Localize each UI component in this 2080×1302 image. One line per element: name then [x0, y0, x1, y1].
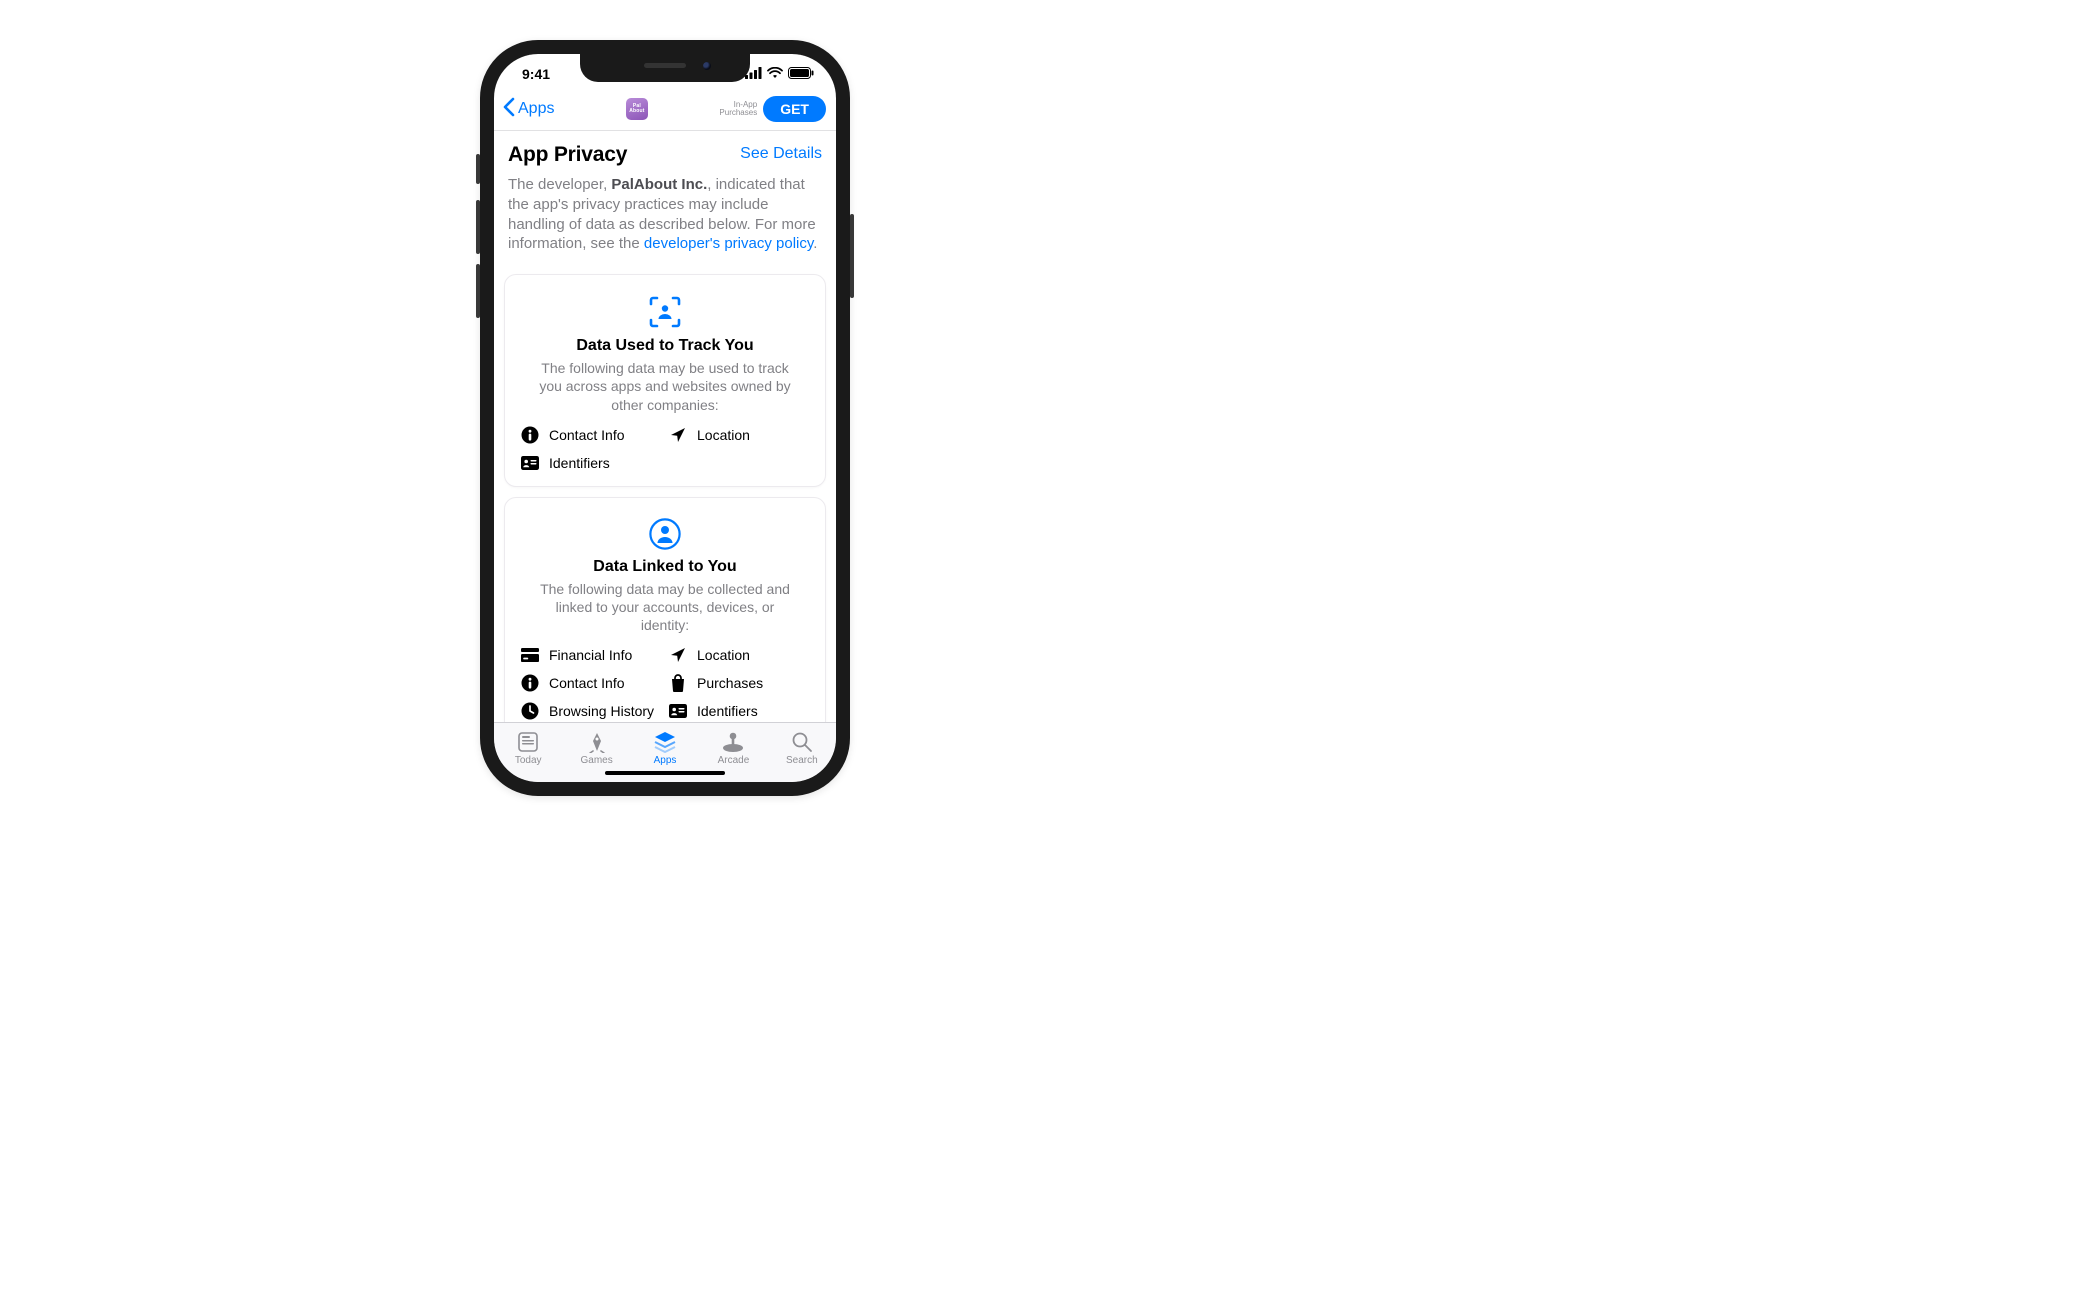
id-card-icon: [669, 702, 687, 720]
data-item-identifiers: Identifiers: [669, 702, 809, 720]
battery-icon: [788, 66, 814, 82]
nav-bar: Apps PalAbout In-App Purchases GET: [494, 94, 836, 131]
id-card-icon: [521, 454, 539, 472]
games-icon: [562, 729, 630, 755]
arcade-icon: [699, 729, 767, 755]
notch: [580, 54, 750, 82]
wifi-icon: [767, 66, 783, 82]
data-item-contact-info: Contact Info: [521, 674, 661, 692]
data-item-financial: Financial Info: [521, 646, 661, 664]
developer-name: PalAbout Inc.: [611, 176, 707, 193]
card-description: The following data may be used to track …: [521, 355, 809, 426]
side-button: [850, 214, 854, 298]
privacy-description: The developer, PalAbout Inc., indicated …: [494, 171, 836, 264]
content-scroll[interactable]: App Privacy See Details The developer, P…: [494, 131, 836, 722]
linked-icon: [521, 518, 809, 550]
get-button[interactable]: GET: [763, 96, 826, 122]
apps-icon: [631, 729, 699, 755]
card-title: Data Linked to You: [521, 558, 809, 576]
see-details-link[interactable]: See Details: [740, 143, 822, 163]
phone-frame: 9:41 Apps PalAbout: [480, 40, 850, 796]
privacy-card-track: Data Used to Track You The following dat…: [504, 274, 826, 487]
credit-card-icon: [521, 646, 539, 664]
back-button[interactable]: Apps: [502, 97, 554, 122]
location-icon: [669, 646, 687, 664]
location-icon: [669, 426, 687, 444]
search-icon: [768, 729, 836, 755]
screen: 9:41 Apps PalAbout: [494, 54, 836, 782]
shopping-bag-icon: [669, 674, 687, 692]
today-icon: [494, 729, 562, 755]
card-description: The following data may be collected and …: [521, 576, 809, 647]
data-item-location: Location: [669, 646, 809, 664]
info-icon: [521, 426, 539, 444]
section-title: App Privacy: [508, 143, 627, 167]
data-item-identifiers: Identifiers: [521, 454, 661, 472]
card-title: Data Used to Track You: [521, 337, 809, 355]
iap-label: In-App Purchases: [719, 101, 757, 118]
data-item-browsing: Browsing History: [521, 702, 661, 720]
tab-search[interactable]: Search: [768, 729, 836, 782]
track-icon: [521, 295, 809, 329]
privacy-policy-link[interactable]: developer's privacy policy: [644, 235, 813, 252]
status-time: 9:41: [522, 66, 550, 82]
data-item-purchases: Purchases: [669, 674, 809, 692]
data-item-location: Location: [669, 426, 809, 444]
tab-today[interactable]: Today: [494, 729, 562, 782]
back-label: Apps: [518, 100, 554, 118]
data-item-contact-info: Contact Info: [521, 426, 661, 444]
chevron-left-icon: [502, 97, 516, 122]
home-indicator[interactable]: [605, 771, 725, 775]
info-icon: [521, 674, 539, 692]
privacy-card-linked: Data Linked to You The following data ma…: [504, 497, 826, 722]
clock-icon: [521, 702, 539, 720]
app-icon[interactable]: PalAbout: [626, 98, 648, 120]
